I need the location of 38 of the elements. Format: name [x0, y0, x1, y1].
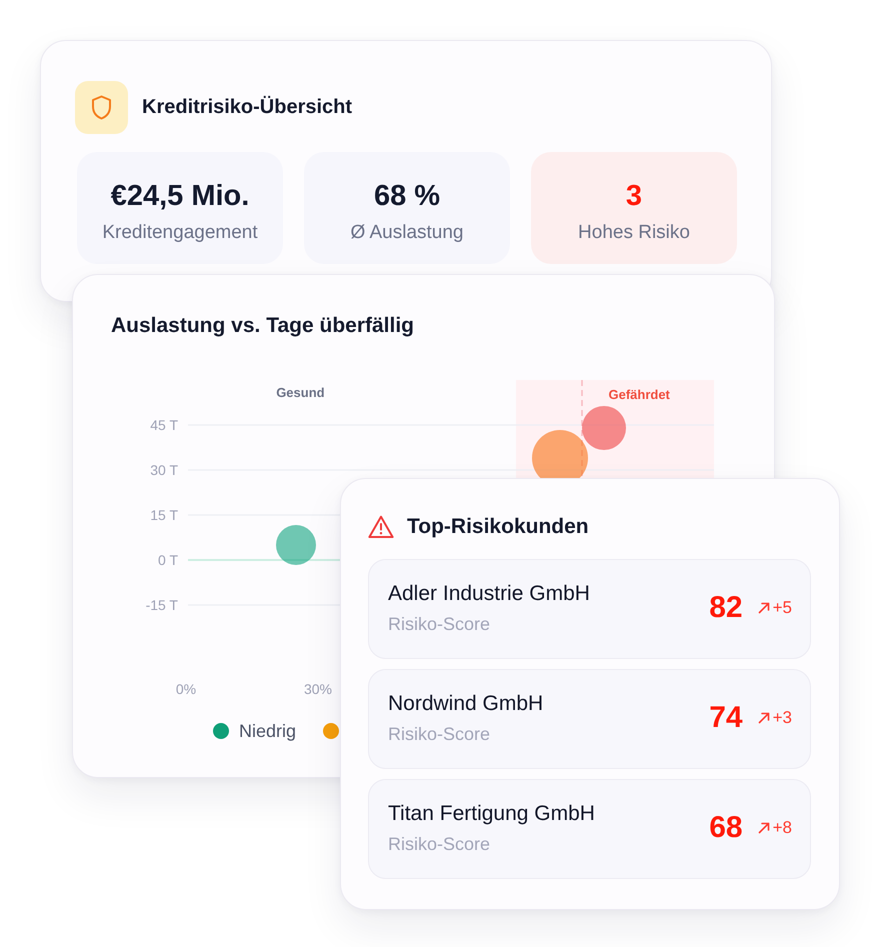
zone-label: Gefährdet [608, 387, 670, 402]
stat-label: Kreditengagement [102, 222, 258, 244]
score-change: +3 [772, 708, 792, 728]
score-caption: Risiko-Score [388, 612, 490, 634]
arrow-up-right-icon [758, 602, 770, 614]
score-change: +5 [772, 598, 792, 618]
score-change: +8 [772, 818, 792, 838]
risk-score: 82 [709, 591, 743, 625]
score-caption: Risiko-Score [388, 722, 490, 744]
stat-label: Ø Auslastung [350, 222, 464, 244]
customer-name: Nordwind GmbH [388, 692, 544, 716]
risk-score: 74 [709, 701, 743, 735]
stat-value: 68 % [374, 180, 440, 212]
card-title: Kreditrisiko-Übersicht [142, 96, 352, 119]
y-tick-label: -15 T [146, 597, 178, 613]
y-tick-label: 45 T [150, 417, 178, 433]
bubble [582, 406, 626, 450]
shield-icon [75, 81, 128, 134]
customer-name: Adler Industrie GmbH [388, 582, 590, 606]
y-tick-label: 30 T [150, 462, 178, 478]
stat-value: €24,5 Mio. [110, 180, 250, 212]
arrow-up-right-icon [758, 822, 770, 834]
risk-score: 68 [709, 811, 743, 845]
customer-name: Titan Fertigung GmbH [388, 802, 595, 826]
score-caption: Risiko-Score [388, 832, 490, 854]
y-tick-label: 0 T [158, 552, 178, 568]
x-tick-label: 0% [176, 681, 196, 697]
zone-label: Gesund [276, 385, 325, 400]
bubble [276, 525, 316, 565]
card-title: Auslastung vs. Tage überfällig [111, 313, 414, 339]
card-title: Top-Risikokunden [407, 515, 589, 539]
legend-label: Niedrig [239, 720, 296, 742]
stat-label: Hohes Risiko [578, 222, 690, 244]
stat-value: 3 [626, 180, 642, 212]
x-tick-label: 30% [304, 681, 332, 697]
arrow-up-right-icon [758, 712, 770, 724]
y-tick-label: 15 T [150, 507, 178, 523]
warning-icon [368, 515, 394, 539]
